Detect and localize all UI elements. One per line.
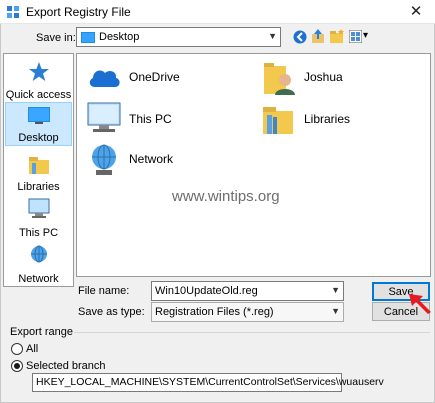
desktop-icon	[28, 107, 50, 124]
desktop-small-icon	[81, 32, 95, 43]
group-divider	[74, 332, 430, 333]
file-name-value: Win10UpdateOld.reg	[155, 285, 258, 297]
place-label: Network	[18, 273, 59, 285]
location-value: Desktop	[99, 31, 140, 43]
new-folder-icon[interactable]	[329, 29, 345, 44]
export-range-title: Export range	[10, 326, 73, 338]
view-menu-arrow[interactable]: ▾	[363, 30, 368, 41]
computer-icon	[28, 198, 50, 218]
list-item-network[interactable]: Network	[83, 140, 253, 180]
user-folder-icon	[264, 63, 295, 95]
chevron-down-icon: ▼	[331, 306, 340, 316]
back-icon[interactable]	[293, 30, 307, 44]
chevron-down-icon: ▼	[268, 31, 277, 41]
view-menu-icon[interactable]	[349, 30, 362, 43]
watermark: www.wintips.org	[172, 188, 280, 205]
place-desktop[interactable]: Desktop	[5, 102, 72, 146]
place-libraries[interactable]: Libraries	[5, 150, 72, 194]
location-dropdown[interactable]: Desktop ▼	[76, 27, 281, 47]
title-bar: Export Registry File ✕	[0, 0, 435, 24]
save-in-label: Save in:	[36, 32, 76, 44]
all-radio[interactable]	[11, 343, 23, 355]
libraries-icon	[29, 157, 49, 174]
place-network[interactable]: Network	[5, 242, 72, 286]
file-name-field[interactable]: Win10UpdateOld.reg ▼	[151, 281, 344, 301]
window-title: Export Registry File	[26, 5, 131, 19]
place-label: Quick access	[5, 89, 72, 101]
branch-path-field[interactable]: HKEY_LOCAL_MACHINE\SYSTEM\CurrentControl…	[32, 373, 384, 392]
file-name-label: File name:	[78, 285, 130, 297]
place-label: Desktop	[18, 132, 59, 144]
save-as-type-dropdown[interactable]: Registration Files (*.reg) ▼	[151, 302, 344, 322]
registry-editor-icon	[7, 6, 19, 18]
up-folder-icon[interactable]	[311, 28, 325, 44]
all-radio-label: All	[26, 343, 39, 355]
item-label: Network	[129, 152, 174, 166]
save-as-type-label: Save as type:	[78, 306, 145, 318]
list-item-onedrive[interactable]: OneDrive	[83, 58, 253, 98]
close-icon[interactable]: ✕	[404, 2, 428, 22]
file-list: OneDrive Joshua This PC Libraries Networ…	[76, 53, 431, 277]
place-label: This PC	[18, 227, 59, 239]
list-item-joshua[interactable]: Joshua	[258, 58, 428, 98]
branch-path-value: HKEY_LOCAL_MACHINE\SYSTEM\CurrentControl…	[36, 376, 384, 388]
cloud-icon	[89, 70, 120, 87]
chevron-down-icon: ▼	[331, 285, 340, 295]
place-this-pc[interactable]: This PC	[5, 196, 72, 240]
list-item-this-pc[interactable]: This PC	[83, 100, 253, 140]
libraries-icon	[263, 107, 293, 134]
network-icon	[92, 144, 116, 175]
computer-icon	[87, 102, 121, 132]
selected-branch-label: Selected branch	[26, 360, 106, 372]
item-label: Joshua	[304, 70, 343, 84]
list-item-libraries[interactable]: Libraries	[258, 100, 428, 140]
network-icon	[31, 245, 47, 263]
save-as-type-value: Registration Files (*.reg)	[155, 306, 274, 318]
place-label: Libraries	[17, 181, 60, 193]
places-bar: Quick access Desktop Libraries This PC N…	[3, 53, 74, 287]
item-label: This PC	[129, 112, 172, 126]
item-label: Libraries	[304, 112, 351, 126]
selected-branch-radio[interactable]	[11, 360, 23, 372]
star-icon	[29, 62, 49, 81]
pointer-arrow-icon	[409, 294, 431, 314]
item-label: OneDrive	[129, 70, 180, 84]
place-quick-access[interactable]: Quick access	[5, 58, 72, 102]
